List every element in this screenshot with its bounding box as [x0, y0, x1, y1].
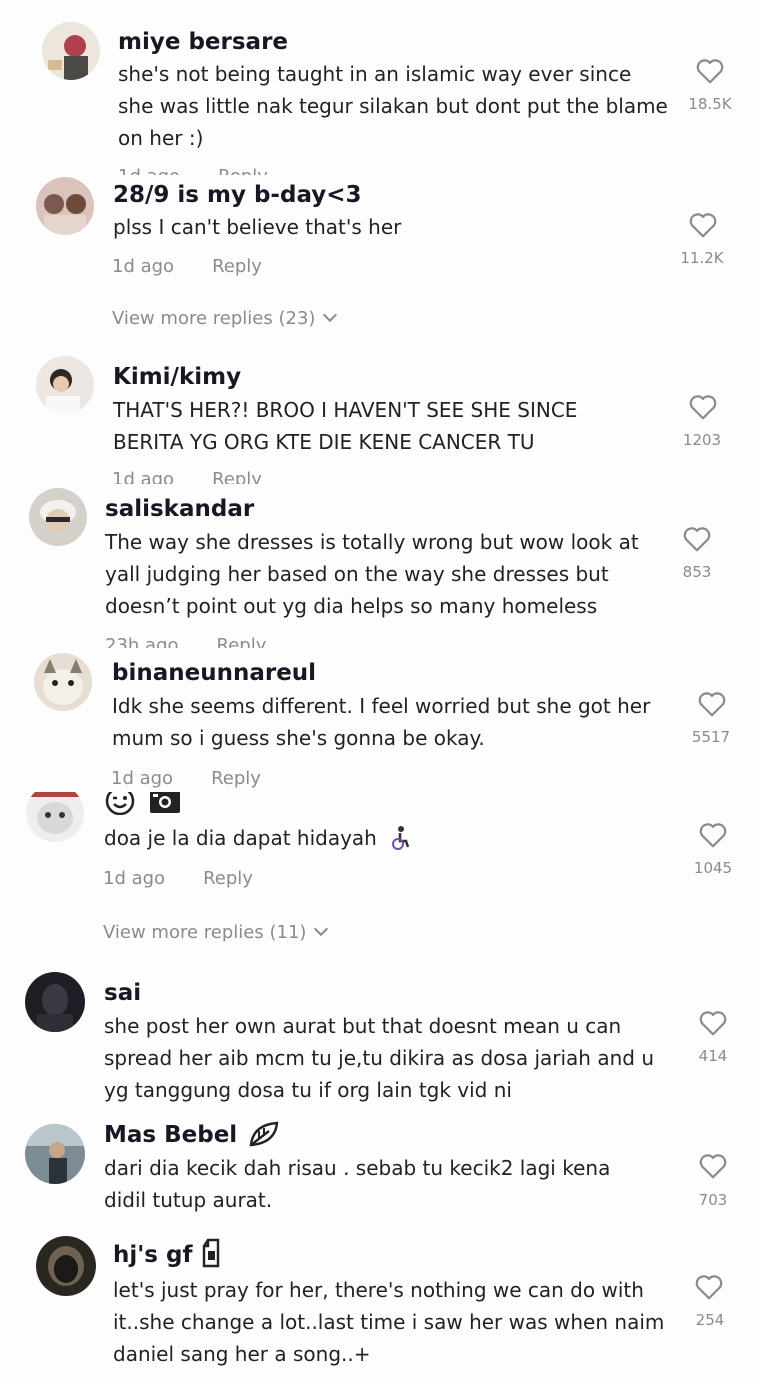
- username[interactable]: miye bersare: [118, 27, 288, 57]
- milk-carton-icon: [203, 1238, 220, 1267]
- camera-icon: [150, 792, 181, 813]
- timestamp: 1d ago: [103, 868, 166, 889]
- avatar[interactable]: [26, 792, 84, 842]
- comment-item: binaneunnareul Idk she seems different. …: [0, 648, 760, 794]
- comment-meta: 1d ago Reply: [112, 255, 262, 279]
- person-in-wheelchair-icon: [392, 825, 410, 850]
- like-count: 703: [698, 1191, 728, 1209]
- avatar[interactable]: [34, 653, 92, 711]
- comment-text: plss I can't believe that's her: [113, 215, 402, 239]
- username[interactable]: binaneunnareul: [112, 658, 316, 688]
- comment-item: Kimi/kimy THAT'S HER?! BROO I HAVEN'T SE…: [0, 350, 760, 484]
- username-emoji[interactable]: [104, 792, 182, 815]
- username[interactable]: 28/9 is my b-day<3: [113, 180, 362, 210]
- heart-icon[interactable]: [698, 1009, 728, 1037]
- heart-icon[interactable]: [697, 690, 727, 718]
- like-count: 11.2K: [680, 249, 724, 267]
- comment-item: Mas Bebel dari dia kecik dah risau . seb…: [0, 1118, 760, 1230]
- timestamp: 1d ago: [112, 256, 175, 277]
- comment-item: hj's gf let's just pray for her, there's…: [0, 1230, 760, 1384]
- comment-text: dari dia kecik dah risau . sebab tu keci…: [104, 1156, 611, 1212]
- username[interactable]: saliskandar: [105, 494, 254, 524]
- avatar[interactable]: [36, 1236, 96, 1296]
- heart-icon[interactable]: [698, 1152, 728, 1180]
- comment-item: sai she post her own aurat but that does…: [0, 958, 760, 1118]
- username[interactable]: sai: [104, 978, 141, 1008]
- like-count: 18.5K: [688, 95, 732, 113]
- comment-text: Idk she seems different. I feel worried …: [112, 694, 651, 750]
- avatar[interactable]: [36, 177, 94, 235]
- chevron-down-icon: [323, 307, 338, 323]
- comment-text: she post her own aurat but that doesnt m…: [104, 1014, 654, 1102]
- like-count: 1203: [682, 431, 722, 449]
- comment-text: let's just pray for her, there's nothing…: [113, 1278, 665, 1366]
- comment-meta: 1d ago Reply: [112, 468, 262, 484]
- like-count: 1045: [693, 859, 733, 877]
- heart-icon[interactable]: [694, 1273, 724, 1301]
- comment-text: THAT'S HER?! BROO I HAVEN'T SEE SHE SINC…: [113, 398, 578, 454]
- heart-icon[interactable]: [688, 211, 718, 239]
- view-more-replies[interactable]: View more replies (23): [112, 307, 338, 331]
- reply-button[interactable]: Reply: [212, 256, 262, 277]
- reply-button[interactable]: Reply: [211, 768, 261, 789]
- avatar[interactable]: [36, 356, 94, 414]
- heart-icon[interactable]: [688, 393, 718, 421]
- comment-text: doa je la dia dapat hidayah: [104, 822, 413, 854]
- chevron-down-icon: [314, 921, 329, 937]
- comment-item: 28/9 is my b-day<3 plss I can't believe …: [0, 175, 760, 350]
- username[interactable]: Mas Bebel: [104, 1120, 281, 1150]
- username[interactable]: Kimi/kimy: [113, 362, 241, 392]
- like-count: 414: [698, 1047, 728, 1065]
- view-more-replies[interactable]: View more replies (11): [103, 921, 329, 945]
- winking-face-icon: [105, 792, 135, 815]
- like-count: 853: [682, 563, 712, 581]
- comment-text: she's not being taught in an islamic way…: [118, 62, 668, 150]
- comment-item: doa je la dia dapat hidayah 1d ago Reply …: [0, 792, 760, 958]
- comment-text: The way she dresses is totally wrong but…: [105, 530, 639, 618]
- comment-item: miye bersare she's not being taught in a…: [0, 0, 760, 183]
- leaf-icon: [249, 1121, 279, 1146]
- username[interactable]: hj's gf: [113, 1238, 222, 1270]
- like-count: 254: [695, 1311, 725, 1329]
- timestamp: 1d ago: [111, 768, 174, 789]
- avatar[interactable]: [29, 488, 87, 546]
- like-count: 5517: [691, 728, 731, 746]
- avatar[interactable]: [25, 1124, 85, 1184]
- comment-meta: 23h ago Reply: [105, 634, 266, 648]
- heart-icon[interactable]: [698, 821, 728, 849]
- timestamp: 1d ago: [112, 469, 175, 484]
- comment-meta: 1d ago Reply: [103, 867, 253, 891]
- heart-icon[interactable]: [682, 525, 712, 553]
- timestamp: 23h ago: [105, 635, 179, 648]
- reply-button[interactable]: Reply: [203, 868, 253, 889]
- comment-meta: 1d ago Reply: [111, 767, 261, 791]
- reply-button[interactable]: Reply: [217, 635, 267, 648]
- avatar[interactable]: [42, 22, 100, 80]
- avatar[interactable]: [25, 972, 85, 1032]
- comment-item: saliskandar The way she dresses is total…: [0, 484, 760, 648]
- reply-button[interactable]: Reply: [212, 469, 262, 484]
- heart-icon[interactable]: [695, 57, 725, 85]
